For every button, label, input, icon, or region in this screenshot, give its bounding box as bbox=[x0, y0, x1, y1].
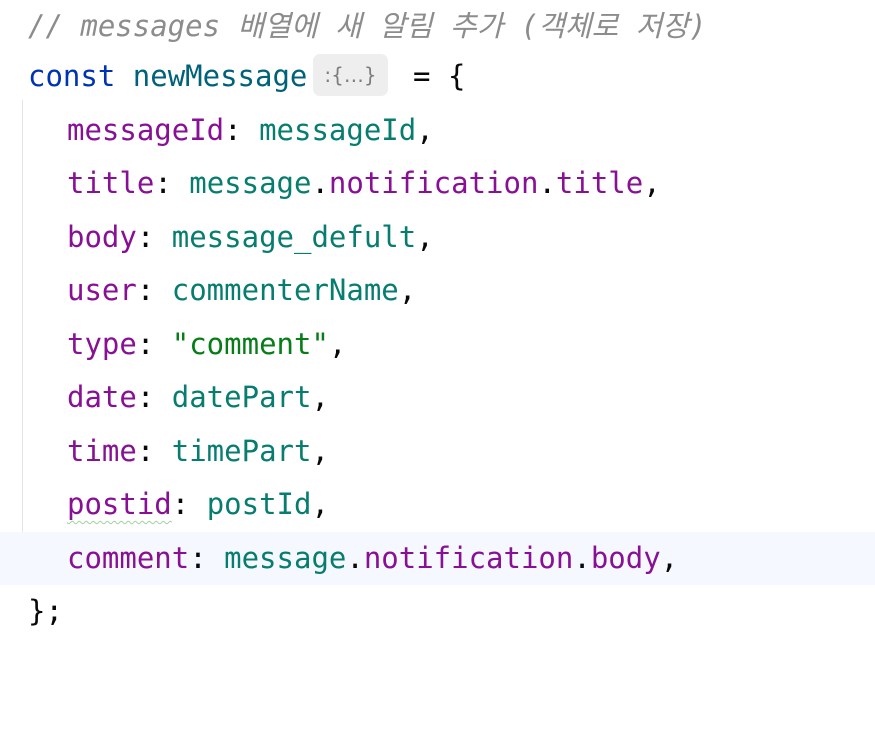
code-line-field[interactable]: postid: postId, bbox=[0, 478, 875, 531]
code-line-current[interactable]: comment: message.notification.body, bbox=[0, 532, 875, 585]
closing-brace: }; bbox=[28, 594, 63, 628]
code-line-field[interactable]: date: datePart, bbox=[0, 371, 875, 424]
assign-brace: = { bbox=[395, 59, 466, 93]
field-value: postId bbox=[206, 487, 312, 521]
code-line-field[interactable]: time: timePart, bbox=[0, 425, 875, 478]
field-key: type bbox=[67, 327, 137, 361]
declaration: const newMessage:{…} = { bbox=[28, 50, 465, 103]
field-value: datePart bbox=[171, 380, 312, 414]
field-key-warning[interactable]: postid bbox=[67, 487, 172, 521]
field-key: comment bbox=[67, 541, 190, 575]
field-value: message_defult bbox=[171, 220, 417, 254]
field-key: title bbox=[67, 166, 155, 200]
member-property: notification bbox=[363, 541, 574, 575]
code-line-field[interactable]: title: message.notification.title, bbox=[0, 157, 875, 210]
comment-text: // messages 배열에 새 알림 추가 (객체로 저장) bbox=[28, 9, 707, 43]
code-line-field[interactable]: user: commenterName, bbox=[0, 264, 875, 317]
code-line-declaration[interactable]: const newMessage:{…} = { bbox=[0, 50, 875, 103]
member-property: body bbox=[590, 541, 661, 575]
field-value: messageId bbox=[259, 113, 417, 147]
field-key: user bbox=[67, 273, 137, 307]
field-key: time bbox=[67, 434, 137, 468]
field-value-string: "comment" bbox=[171, 327, 329, 361]
code-line-field[interactable]: messageId: messageId, bbox=[0, 104, 875, 157]
member-object: message bbox=[189, 166, 312, 200]
member-property: notification bbox=[328, 166, 539, 200]
field-key: messageId bbox=[67, 113, 225, 147]
field-key: date bbox=[67, 380, 137, 414]
field-value: message.notification.body bbox=[224, 541, 661, 575]
field-key: body bbox=[67, 220, 137, 254]
type-hint-badge[interactable]: :{…} bbox=[313, 54, 388, 96]
member-property: title bbox=[555, 166, 644, 200]
code-line-comment[interactable]: // messages 배열에 새 알림 추가 (객체로 저장) bbox=[0, 0, 875, 53]
field-value: message.notification.title bbox=[189, 166, 644, 200]
const-keyword: const bbox=[28, 59, 116, 93]
member-object: message bbox=[224, 541, 347, 575]
code-line-field[interactable]: type: "comment", bbox=[0, 318, 875, 371]
code-line-field[interactable]: body: message_defult, bbox=[0, 211, 875, 264]
field-value: commenterName bbox=[171, 273, 399, 307]
field-value: timePart bbox=[171, 434, 312, 468]
code-line-closing[interactable]: }; bbox=[0, 585, 875, 638]
code-editor[interactable]: // messages 배열에 새 알림 추가 (객체로 저장) const n… bbox=[0, 0, 875, 681]
variable-name: newMessage bbox=[132, 59, 308, 93]
